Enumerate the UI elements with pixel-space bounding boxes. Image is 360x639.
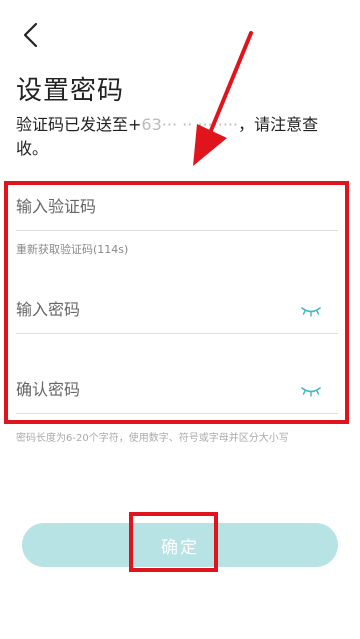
annotation-arrow — [193, 31, 253, 166]
